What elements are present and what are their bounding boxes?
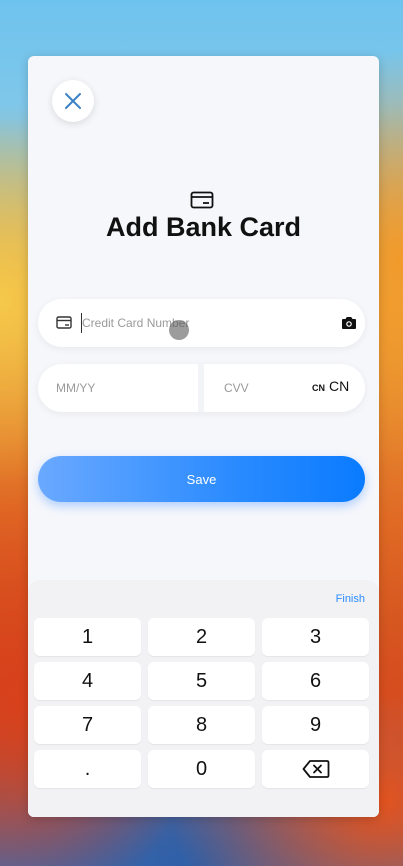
touch-indicator bbox=[169, 320, 189, 340]
numeric-keyboard: Finish 1 2 3 4 5 6 7 8 9 . 0 bbox=[28, 580, 379, 817]
key-9[interactable]: 9 bbox=[262, 706, 369, 744]
add-bank-card-dialog: Add Bank Card CN CN Save Finish 1 2 3 4 bbox=[28, 56, 379, 817]
credit-card-icon bbox=[56, 316, 72, 329]
key-1[interactable]: 1 bbox=[34, 618, 141, 656]
backspace-icon bbox=[302, 760, 329, 778]
text-caret bbox=[81, 313, 82, 333]
key-8[interactable]: 8 bbox=[148, 706, 255, 744]
finish-button[interactable]: Finish bbox=[336, 593, 365, 605]
close-icon bbox=[65, 93, 81, 109]
save-button[interactable]: Save bbox=[38, 456, 365, 502]
country-selector[interactable]: CN CN bbox=[312, 378, 349, 394]
key-5[interactable]: 5 bbox=[148, 662, 255, 700]
credit-card-icon bbox=[190, 191, 214, 209]
field-divider bbox=[198, 364, 204, 412]
country-code: CN bbox=[329, 378, 350, 394]
page-title: Add Bank Card bbox=[105, 212, 302, 242]
key-4[interactable]: 4 bbox=[34, 662, 141, 700]
key-0[interactable]: 0 bbox=[148, 750, 255, 788]
close-button[interactable] bbox=[52, 80, 94, 122]
card-number-field[interactable] bbox=[38, 299, 365, 347]
country-code-small: CN bbox=[312, 383, 325, 393]
expiry-cvv-row: CN CN bbox=[38, 364, 365, 412]
key-2[interactable]: 2 bbox=[148, 618, 255, 656]
key-7[interactable]: 7 bbox=[34, 706, 141, 744]
key-dot[interactable]: . bbox=[34, 750, 141, 788]
backspace-key[interactable] bbox=[262, 750, 369, 788]
key-6[interactable]: 6 bbox=[262, 662, 369, 700]
expiry-input[interactable] bbox=[56, 379, 186, 397]
card-number-input[interactable] bbox=[82, 314, 322, 332]
camera-icon[interactable] bbox=[341, 316, 357, 330]
cvv-input[interactable] bbox=[224, 379, 294, 397]
key-3[interactable]: 3 bbox=[262, 618, 369, 656]
